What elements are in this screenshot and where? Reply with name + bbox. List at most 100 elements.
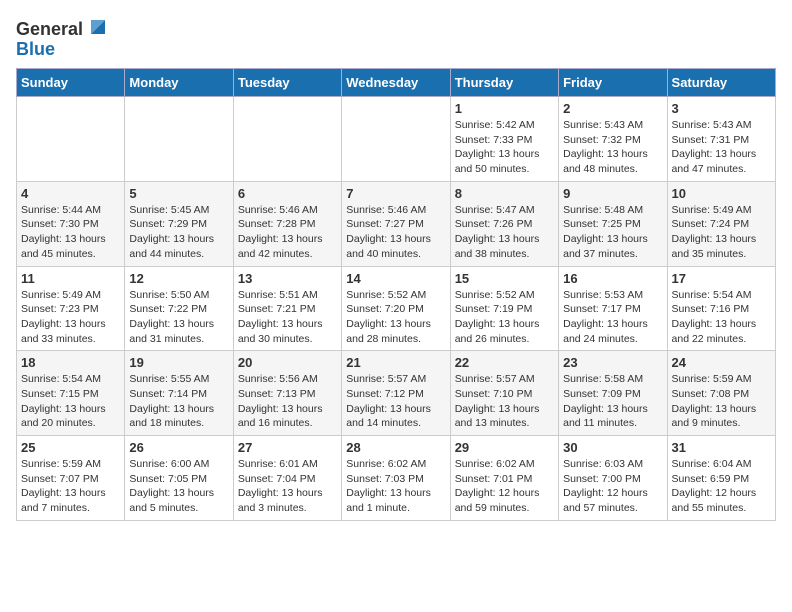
day-number: 19 [129,355,228,370]
logo: General Blue [16,16,109,60]
week-row-5: 25 Sunrise: 5:59 AM Sunset: 7:07 PM Dayli… [17,436,776,521]
weekday-header-friday: Friday [559,69,667,97]
day-info: Sunrise: 5:43 AM Sunset: 7:31 PM Dayligh… [672,118,771,177]
page-header: General Blue [16,16,776,60]
day-info: Sunrise: 5:56 AM Sunset: 7:13 PM Dayligh… [238,372,337,431]
weekday-header-saturday: Saturday [667,69,775,97]
day-info: Sunrise: 5:51 AM Sunset: 7:21 PM Dayligh… [238,288,337,347]
day-number: 13 [238,271,337,286]
day-info: Sunrise: 5:46 AM Sunset: 7:28 PM Dayligh… [238,203,337,262]
day-number: 10 [672,186,771,201]
day-number: 18 [21,355,120,370]
day-number: 25 [21,440,120,455]
calendar-cell: 27 Sunrise: 6:01 AM Sunset: 7:04 PM Dayli… [233,436,341,521]
day-number: 21 [346,355,445,370]
day-info: Sunrise: 5:43 AM Sunset: 7:32 PM Dayligh… [563,118,662,177]
logo-blue-text: Blue [16,39,55,60]
day-number: 23 [563,355,662,370]
day-info: Sunrise: 6:02 AM Sunset: 7:01 PM Dayligh… [455,457,554,516]
day-info: Sunrise: 5:59 AM Sunset: 7:07 PM Dayligh… [21,457,120,516]
calendar-cell: 8Sunrise: 5:47 AM Sunset: 7:26 PM Daylig… [450,181,558,266]
day-info: Sunrise: 5:57 AM Sunset: 7:10 PM Dayligh… [455,372,554,431]
day-info: Sunrise: 6:03 AM Sunset: 7:00 PM Dayligh… [563,457,662,516]
day-info: Sunrise: 5:49 AM Sunset: 7:24 PM Dayligh… [672,203,771,262]
day-info: Sunrise: 5:58 AM Sunset: 7:09 PM Dayligh… [563,372,662,431]
day-info: Sunrise: 5:54 AM Sunset: 7:15 PM Dayligh… [21,372,120,431]
calendar-cell [125,97,233,182]
calendar-cell: 6Sunrise: 5:46 AM Sunset: 7:28 PM Daylig… [233,181,341,266]
calendar-cell: 1Sunrise: 5:42 AM Sunset: 7:33 PM Daylig… [450,97,558,182]
calendar-cell: 12 Sunrise: 5:50 AM Sunset: 7:22 PM Dayli… [125,266,233,351]
calendar-cell: 21 Sunrise: 5:57 AM Sunset: 7:12 PM Dayli… [342,351,450,436]
day-info: Sunrise: 5:57 AM Sunset: 7:12 PM Dayligh… [346,372,445,431]
day-number: 22 [455,355,554,370]
day-number: 7 [346,186,445,201]
calendar-cell: 4Sunrise: 5:44 AM Sunset: 7:30 PM Daylig… [17,181,125,266]
day-info: Sunrise: 5:46 AM Sunset: 7:27 PM Dayligh… [346,203,445,262]
weekday-header-tuesday: Tuesday [233,69,341,97]
calendar-cell: 28Sunrise: 6:02 AM Sunset: 7:03 PM Dayli… [342,436,450,521]
logo-triangle-icon [87,16,109,43]
logo-general-text: General [16,19,83,40]
weekday-header-monday: Monday [125,69,233,97]
day-number: 26 [129,440,228,455]
calendar-cell [342,97,450,182]
weekday-header-row: SundayMondayTuesdayWednesdayThursdayFrid… [17,69,776,97]
day-number: 31 [672,440,771,455]
calendar-cell: 10 Sunrise: 5:49 AM Sunset: 7:24 PM Dayli… [667,181,775,266]
day-number: 16 [563,271,662,286]
weekday-header-sunday: Sunday [17,69,125,97]
day-number: 15 [455,271,554,286]
day-number: 20 [238,355,337,370]
day-number: 9 [563,186,662,201]
day-number: 17 [672,271,771,286]
day-info: Sunrise: 5:55 AM Sunset: 7:14 PM Dayligh… [129,372,228,431]
week-row-1: 1Sunrise: 5:42 AM Sunset: 7:33 PM Daylig… [17,97,776,182]
calendar-table: SundayMondayTuesdayWednesdayThursdayFrid… [16,68,776,521]
calendar-cell: 13 Sunrise: 5:51 AM Sunset: 7:21 PM Dayli… [233,266,341,351]
day-info: Sunrise: 5:48 AM Sunset: 7:25 PM Dayligh… [563,203,662,262]
calendar-cell: 29 Sunrise: 6:02 AM Sunset: 7:01 PM Dayli… [450,436,558,521]
day-info: Sunrise: 6:04 AM Sunset: 6:59 PM Dayligh… [672,457,771,516]
day-info: Sunrise: 6:00 AM Sunset: 7:05 PM Dayligh… [129,457,228,516]
calendar-cell: 22 Sunrise: 5:57 AM Sunset: 7:10 PM Dayli… [450,351,558,436]
day-info: Sunrise: 5:52 AM Sunset: 7:19 PM Dayligh… [455,288,554,347]
day-number: 2 [563,101,662,116]
calendar-cell: 26 Sunrise: 6:00 AM Sunset: 7:05 PM Dayli… [125,436,233,521]
calendar-cell [233,97,341,182]
calendar-cell: 3 Sunrise: 5:43 AM Sunset: 7:31 PM Daylig… [667,97,775,182]
day-info: Sunrise: 5:47 AM Sunset: 7:26 PM Dayligh… [455,203,554,262]
day-number: 24 [672,355,771,370]
calendar-cell: 16 Sunrise: 5:53 AM Sunset: 7:17 PM Dayli… [559,266,667,351]
calendar-cell: 9 Sunrise: 5:48 AM Sunset: 7:25 PM Daylig… [559,181,667,266]
week-row-3: 11 Sunrise: 5:49 AM Sunset: 7:23 PM Dayli… [17,266,776,351]
calendar-cell: 19 Sunrise: 5:55 AM Sunset: 7:14 PM Dayli… [125,351,233,436]
day-info: Sunrise: 5:52 AM Sunset: 7:20 PM Dayligh… [346,288,445,347]
day-number: 27 [238,440,337,455]
day-info: Sunrise: 5:50 AM Sunset: 7:22 PM Dayligh… [129,288,228,347]
day-number: 29 [455,440,554,455]
calendar-cell: 18 Sunrise: 5:54 AM Sunset: 7:15 PM Dayli… [17,351,125,436]
day-info: Sunrise: 5:53 AM Sunset: 7:17 PM Dayligh… [563,288,662,347]
day-info: Sunrise: 5:42 AM Sunset: 7:33 PM Dayligh… [455,118,554,177]
week-row-4: 18 Sunrise: 5:54 AM Sunset: 7:15 PM Dayli… [17,351,776,436]
weekday-header-thursday: Thursday [450,69,558,97]
day-number: 11 [21,271,120,286]
calendar-cell: 17Sunrise: 5:54 AM Sunset: 7:16 PM Dayli… [667,266,775,351]
day-number: 30 [563,440,662,455]
calendar-cell: 7 Sunrise: 5:46 AM Sunset: 7:27 PM Daylig… [342,181,450,266]
calendar-cell: 14 Sunrise: 5:52 AM Sunset: 7:20 PM Dayli… [342,266,450,351]
day-number: 14 [346,271,445,286]
day-info: Sunrise: 5:44 AM Sunset: 7:30 PM Dayligh… [21,203,120,262]
day-number: 3 [672,101,771,116]
calendar-cell: 24Sunrise: 5:59 AM Sunset: 7:08 PM Dayli… [667,351,775,436]
calendar-cell: 15 Sunrise: 5:52 AM Sunset: 7:19 PM Dayli… [450,266,558,351]
day-number: 5 [129,186,228,201]
calendar-cell: 31 Sunrise: 6:04 AM Sunset: 6:59 PM Dayli… [667,436,775,521]
calendar-cell: 23 Sunrise: 5:58 AM Sunset: 7:09 PM Dayli… [559,351,667,436]
day-info: Sunrise: 6:02 AM Sunset: 7:03 PM Dayligh… [346,457,445,516]
calendar-cell: 30 Sunrise: 6:03 AM Sunset: 7:00 PM Dayli… [559,436,667,521]
day-number: 12 [129,271,228,286]
day-info: Sunrise: 6:01 AM Sunset: 7:04 PM Dayligh… [238,457,337,516]
day-info: Sunrise: 5:49 AM Sunset: 7:23 PM Dayligh… [21,288,120,347]
